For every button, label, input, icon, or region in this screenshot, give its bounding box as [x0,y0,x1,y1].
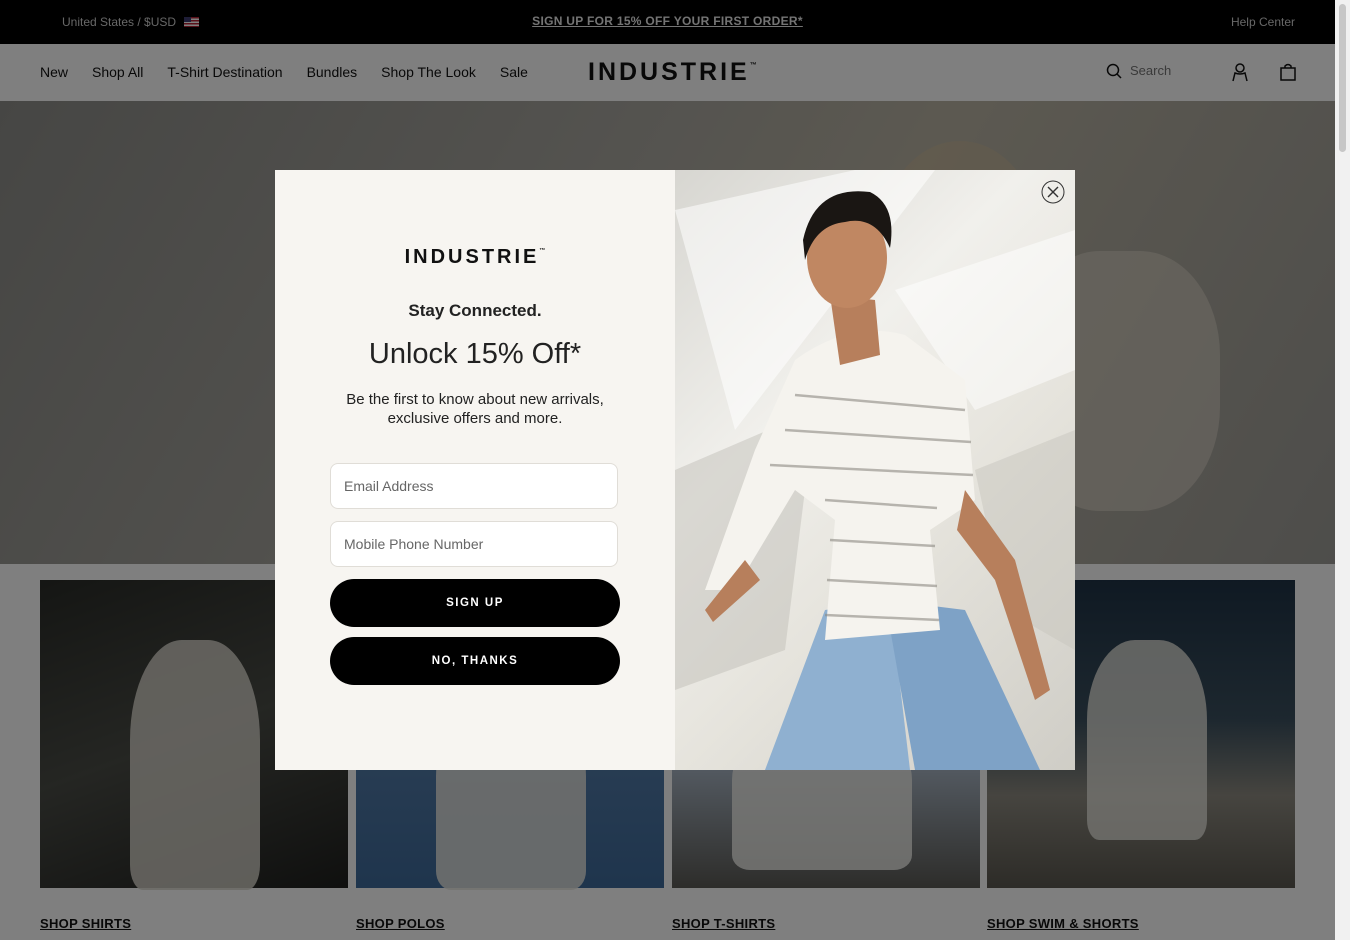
modal-description: Be the first to know about new arrivals,… [346,391,604,427]
modal-kicker: Stay Connected. [408,301,542,320]
signup-form-panel: INDUSTRIE™ Stay Connected. Unlock 15% Of… [275,170,675,770]
email-input[interactable] [331,464,604,508]
signup-modal: INDUSTRIE™ Stay Connected. Unlock 15% Of… [275,170,1075,770]
page-scrollbar[interactable] [1335,0,1350,940]
phone-field[interactable] [330,521,618,567]
scrollbar-thumb[interactable] [1339,4,1346,152]
modal-hero-image [675,170,1075,770]
modal-logo-text: INDUSTRIE [404,246,540,268]
modal-logo: INDUSTRIE™ [404,246,546,268]
sign-up-button[interactable]: SIGN UP [330,579,620,627]
model-photo [675,170,1075,770]
no-thanks-button[interactable]: NO, THANKS [330,637,620,685]
phone-input[interactable] [331,522,604,566]
modal-headline: Unlock 15% Off* [368,338,582,370]
close-icon[interactable] [1041,180,1065,204]
email-field[interactable] [330,463,618,509]
